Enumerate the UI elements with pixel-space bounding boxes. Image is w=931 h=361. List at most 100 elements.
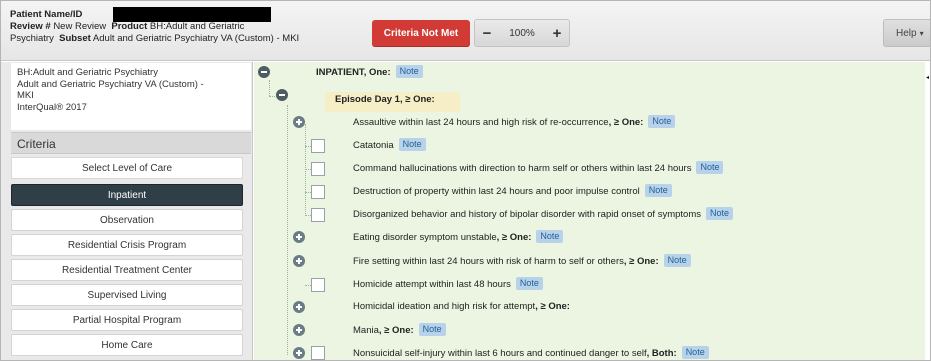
criteria-qualifier: , ≥ One:	[623, 256, 659, 267]
criteria-checkbox[interactable]	[311, 278, 325, 292]
criteria-label: Disorganized behavior and history of bip…	[353, 207, 733, 222]
criteria-text: Nonsuicidal self-injury within last 6 ho…	[353, 348, 647, 359]
expand-icon[interactable]	[293, 231, 305, 243]
criteria-checkbox[interactable]	[311, 162, 325, 176]
level-of-care-item[interactable]: Home Care	[11, 334, 243, 356]
product-info-panel: BH:Adult and Geriatric Psychiatry Adult …	[11, 63, 251, 130]
product-version: InterQual® 2017	[17, 101, 87, 113]
criteria-text: Episode Day 1	[335, 94, 400, 105]
criteria-label: Assaultive within last 24 hours and high…	[353, 115, 676, 130]
criteria-qualifier: , One:	[363, 67, 391, 78]
level-of-care-item[interactable]: Supervised Living	[11, 284, 243, 306]
note-button[interactable]: Note	[398, 138, 426, 151]
criteria-qualifier: , ≥ One:	[399, 94, 435, 105]
criteria-label: Nonsuicidal self-injury within last 6 ho…	[353, 346, 709, 360]
subset-value: Adult and Geriatric Psychiatry VA (Custo…	[92, 33, 300, 44]
note-button[interactable]: Note	[681, 346, 709, 359]
subset-name: Adult and Geriatric Psychiatry VA (Custo…	[17, 78, 204, 90]
review-label: Review #	[10, 21, 51, 32]
criteria-text: INPATIENT	[316, 67, 364, 78]
criteria-label: Catatonia Note	[353, 138, 426, 153]
sidebar: BH:Adult and Geriatric Psychiatry Adult …	[1, 62, 253, 360]
review-window: Patient Name/ID Review # New Review Prod…	[0, 0, 931, 361]
collapse-icon[interactable]	[258, 66, 270, 78]
criteria-status-button[interactable]: Criteria Not Met	[372, 20, 470, 47]
note-button[interactable]: Note	[515, 277, 543, 290]
criteria-label: INPATIENT, One: Note	[316, 65, 423, 80]
expand-icon[interactable]	[293, 116, 305, 128]
criteria-qualifier: , ≥ One:	[378, 325, 414, 336]
note-button[interactable]: Note	[663, 254, 691, 267]
criteria-text: Mania	[353, 325, 379, 336]
note-button[interactable]: Note	[418, 323, 446, 336]
review-header: Patient Name/ID Review # New Review Prod…	[1, 1, 930, 61]
criteria-qualifier: , ≥ One:	[496, 232, 532, 243]
criteria-text: Command hallucinations with direction to…	[353, 163, 692, 174]
criteria-checkbox[interactable]	[311, 208, 325, 222]
scroll-indicator-icon[interactable]: ◂	[926, 75, 929, 81]
expand-icon[interactable]	[293, 255, 305, 267]
patient-label: Patient Name/ID	[10, 9, 83, 20]
subset-label: Subset	[59, 33, 91, 44]
criteria-qualifier: , ≥ One:	[608, 117, 644, 128]
product-label: Product	[111, 21, 148, 32]
criteria-label: Homicidal ideation and high risk for att…	[353, 300, 570, 314]
expand-icon[interactable]	[293, 324, 305, 336]
criteria-label: Eating disorder symptom unstable, ≥ One:…	[353, 230, 564, 245]
chevron-down-icon: ▾	[919, 28, 924, 38]
level-of-care-item[interactable]: Residential Treatment Center	[11, 259, 243, 281]
criteria-label: Mania, ≥ One: Note	[353, 323, 446, 338]
level-of-care-item[interactable]: Partial Hospital Program	[11, 309, 243, 331]
note-button[interactable]: Note	[644, 184, 672, 197]
note-button[interactable]: Note	[705, 207, 733, 220]
criteria-text: Disorganized behavior and history of bip…	[353, 209, 701, 220]
review-product-line: Review # New Review Product BH:Adult and…	[10, 21, 244, 33]
criteria-label: Homicide attempt within last 48 hours Not…	[353, 277, 543, 292]
tree-connector	[287, 105, 288, 355]
collapse-icon[interactable]	[276, 89, 288, 101]
select-level-of-care-header: Select Level of Care	[11, 157, 243, 179]
product-value-cont: Psychiatry	[10, 33, 54, 44]
subset-line: Psychiatry Subset Adult and Geriatric Ps…	[10, 33, 299, 45]
note-button[interactable]: Note	[395, 65, 423, 78]
zoom-level: 100%	[509, 27, 535, 39]
zoom-in-button[interactable]: +	[545, 20, 569, 46]
zoom-out-button[interactable]: −	[475, 20, 499, 46]
criteria-label: Destruction of property within last 24 h…	[353, 184, 672, 199]
criteria-text: Fire setting within last 24 hours with r…	[353, 256, 624, 267]
note-button[interactable]: Note	[536, 230, 564, 243]
criteria-text: Catatonia	[353, 140, 394, 151]
product-name: BH:Adult and Geriatric Psychiatry	[17, 67, 158, 78]
zoom-control: − 100% +	[474, 19, 570, 47]
scrollbar[interactable]	[925, 62, 930, 360]
product-value: BH:Adult and Geriatric	[149, 21, 245, 32]
review-value: New Review	[53, 21, 107, 32]
criteria-qualifier: , ≥ One:	[535, 301, 570, 312]
note-button[interactable]: Note	[648, 115, 676, 128]
expand-icon[interactable]	[293, 301, 305, 313]
criteria-section-title: Criteria	[11, 132, 251, 154]
criteria-text: Assaultive within last 24 hours and high…	[353, 117, 609, 128]
level-of-care-item[interactable]: Observation	[11, 209, 243, 231]
patient-line: Patient Name/ID	[10, 9, 82, 21]
criteria-label: Fire setting within last 24 hours with r…	[353, 254, 691, 269]
criteria-text: Destruction of property within last 24 h…	[353, 186, 640, 197]
help-label: Help	[896, 27, 917, 39]
criteria-text: Homicide attempt within last 48 hours	[353, 279, 511, 290]
criteria-checkbox[interactable]	[311, 185, 325, 199]
criteria-qualifier: , Both:	[646, 348, 677, 359]
criteria-label: Episode Day 1, ≥ One:	[335, 93, 435, 107]
criteria-label: Command hallucinations with direction to…	[353, 161, 724, 176]
criteria-text: Eating disorder symptom unstable	[353, 232, 497, 243]
criteria-text: Homicidal ideation and high risk for att…	[353, 301, 536, 312]
help-button[interactable]: Help ▾	[883, 19, 930, 47]
level-of-care-item[interactable]: Inpatient	[11, 184, 243, 206]
redacted-patient-id	[113, 7, 271, 22]
level-of-care-item[interactable]: Residential Crisis Program	[11, 234, 243, 256]
subset-name-cont: MKI	[17, 90, 34, 101]
note-button[interactable]: Note	[696, 161, 724, 174]
expand-icon[interactable]	[293, 347, 305, 359]
criteria-checkbox[interactable]	[311, 139, 325, 153]
criteria-checkbox[interactable]	[311, 346, 325, 360]
tree-connector	[269, 80, 270, 96]
